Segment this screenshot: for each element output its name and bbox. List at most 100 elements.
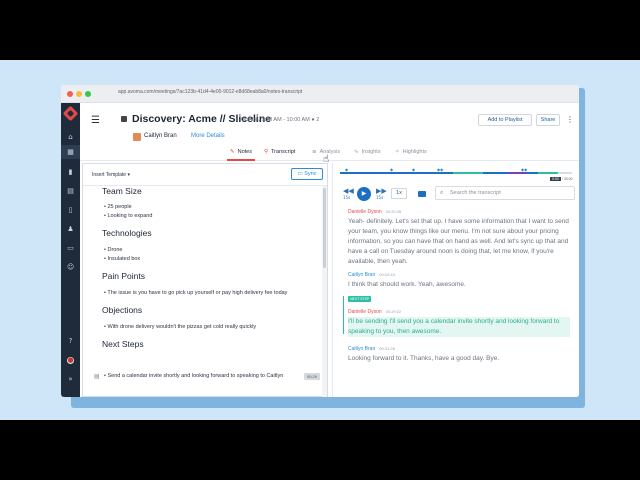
timeline-speaker-segment — [538, 172, 558, 174]
transcript-text: I'll be sending I'll send you a calendar… — [348, 317, 570, 337]
rewind-label: 15s — [343, 195, 351, 200]
analysis-icon: ≡ — [312, 149, 317, 155]
transcript-entry[interactable]: Caitlyn Bran 00:24:43 I think that should… — [348, 272, 570, 290]
tab-bar: ✎ Notes ⚲ Transcript ≡ Analysis ∿ Insights ✧… — [80, 147, 579, 161]
transcript-time: 00:20:45 — [385, 209, 402, 214]
speaker-name: Danielle Dyson — [348, 309, 382, 315]
transcript-icon: ⚲ — [264, 149, 269, 155]
note-heading: Objections — [102, 305, 143, 315]
transcript-text: I think that should work. Yeah, awesome. — [348, 281, 466, 288]
transcript-time: 00:24:43 — [379, 272, 395, 277]
tab-notes[interactable]: ✎ Notes — [230, 149, 252, 155]
avatar[interactable]: ● — [67, 357, 74, 364]
more-options-icon[interactable]: ⋮ — [566, 115, 574, 124]
home-icon[interactable]: ⌂ — [67, 134, 74, 141]
speaker-name: Caitlyn Bran — [348, 272, 376, 278]
more-details-link[interactable]: More Details — [191, 133, 225, 139]
speaker-name: Danielle Dyson — [348, 209, 382, 215]
note-bullet: • 25 people — [104, 204, 132, 210]
notes-scrollbar[interactable] — [322, 186, 327, 397]
tab-highlights[interactable]: ✧ Highlights — [395, 149, 427, 155]
timeline-marker[interactable]: ◆ — [345, 167, 348, 172]
calendar-icon: ▤ — [94, 373, 100, 380]
help-icon[interactable]: ? — [67, 338, 74, 345]
note-bullet: • Insulated box — [104, 256, 141, 262]
video-camera-icon[interactable] — [418, 191, 426, 197]
document-icon[interactable]: ▯ — [67, 207, 74, 214]
timeline-time: 0:00/ 30:00 — [550, 177, 573, 181]
fast-forward-icon[interactable]: ▶▶ — [376, 187, 387, 195]
insert-template-select[interactable]: Insert Template ▾ — [89, 170, 145, 180]
person-avatar — [133, 133, 141, 141]
rewind-icon[interactable]: ◀◀ — [343, 187, 354, 195]
note-heading: Pain Points — [102, 271, 145, 281]
person-name: Caitlyn Bran — [144, 133, 177, 139]
attendees-icon: ● — [311, 117, 315, 123]
transcript-text: Yeah- definitely. Let's set that up. I h… — [348, 218, 569, 265]
note-bullet: • Looking to expand — [104, 213, 153, 219]
transcript-panel: ◆ ◆ ◆ ◆◆ ◆◆ 0:00/ 30:00 ◀◀ 15s ▶ ▶▶ 15s … — [332, 163, 579, 397]
chevron-down-icon: ▾ — [127, 172, 130, 178]
forward-label: 15s — [376, 195, 384, 200]
highlight-marker — [343, 296, 344, 334]
share-button[interactable]: Share — [536, 114, 560, 126]
transcript-search[interactable]: ⌕ Search the transcript — [435, 186, 575, 200]
timeline-speaker-segment — [453, 172, 483, 174]
notes-panel: Insert Template ▾ ▭ Sync Team Size • 25 … — [82, 163, 328, 397]
book-icon[interactable]: ▤ — [67, 188, 74, 195]
insights-icon: ∿ — [354, 149, 359, 155]
transcript-entry[interactable]: Caitlyn Bran 00:31:28 Looking forward to … — [348, 346, 570, 364]
address-bar[interactable]: app.avoma.com/meetings/7ac123b-41d4-4e00… — [118, 89, 302, 95]
lock-icon — [121, 116, 127, 122]
meeting-meta: Oct 1st, 9:30 AM - 10:00 AM ● 2 — [241, 117, 320, 123]
meeting-page: ☰ Discovery: Acme // Sliceline Oct 1st, … — [80, 103, 579, 397]
note-bullet: • The issue is you have to go pick up yo… — [104, 290, 288, 296]
expand-icon[interactable]: » — [67, 376, 74, 383]
note-heading: Technologies — [102, 228, 152, 238]
note-heading: Next Steps — [102, 339, 144, 349]
transcript-time: 00:29:22 — [385, 309, 402, 314]
browser-titlebar: app.avoma.com/meetings/7ac123b-41d4-4e00… — [61, 85, 579, 103]
tab-transcript[interactable]: ⚲ Transcript — [264, 149, 295, 155]
briefcase-icon[interactable]: ▭ — [67, 245, 74, 252]
transcript-time: 00:31:28 — [379, 346, 395, 351]
sync-icon: ▭ — [297, 171, 303, 177]
play-button[interactable]: ▶ — [357, 187, 371, 201]
playback-speed-button[interactable]: 1x — [391, 188, 407, 199]
backdrop: app.avoma.com/meetings/7ac123b-41d4-4e00… — [0, 60, 640, 420]
attendee-count: 2 — [316, 117, 320, 123]
sync-button[interactable]: ▭ Sync — [291, 168, 323, 180]
timestamp-badge[interactable]: 00:29 — [304, 373, 320, 380]
search-input[interactable]: Search the transcript — [450, 190, 501, 196]
browser-window: app.avoma.com/meetings/7ac123b-41d4-4e00… — [61, 85, 579, 397]
timeline-marker[interactable]: ◆◆ — [521, 167, 527, 172]
users-icon[interactable]: ♟ — [67, 226, 74, 233]
note-bullet: • With drone delivery wouldn't the pizza… — [104, 324, 257, 330]
minimize-window-button[interactable] — [76, 91, 82, 97]
chart-icon[interactable]: ▮ — [67, 169, 74, 176]
logo-icon[interactable] — [62, 105, 79, 122]
add-to-playlist-button[interactable]: Add to Playlist — [478, 114, 532, 126]
timeline-marker[interactable]: ◆◆ — [437, 167, 443, 172]
maximize-window-button[interactable] — [85, 91, 91, 97]
tab-insights[interactable]: ∿ Insights — [354, 149, 381, 155]
user-icon[interactable]: ☺ — [67, 264, 74, 271]
active-tab-underline — [227, 159, 255, 161]
note-bullet: • Send a calendar invite shortly and loo… — [104, 373, 284, 379]
close-window-button[interactable] — [67, 91, 73, 97]
calendar-icon[interactable]: ▦ — [67, 149, 74, 156]
note-bullet: • Drone — [104, 247, 123, 253]
highlights-icon: ✧ — [395, 149, 400, 155]
timeline-speaker-segment — [508, 172, 526, 174]
transcript-entry-highlighted[interactable]: Danielle Dyson 00:29:22 I'll be sending I… — [348, 309, 570, 337]
notes-editor[interactable]: Team Size • 25 people • Looking to expan… — [83, 185, 327, 397]
timeline-marker[interactable]: ◆ — [390, 167, 393, 172]
next-step-badge: NEXT STEP — [348, 296, 372, 302]
hamburger-menu-icon[interactable]: ☰ — [91, 115, 100, 126]
speaker-name: Caitlyn Bran — [348, 346, 376, 352]
sidebar: ⌂ ▦ ▮ ▤ ▯ ♟ ▭ ☺ ? ● » — [61, 103, 80, 397]
timeline-marker[interactable]: ◆ — [412, 167, 415, 172]
note-heading: Team Size — [102, 186, 142, 196]
transcript-entry[interactable]: Danielle Dyson 00:20:45 Yeah- definitely.… — [348, 209, 570, 267]
notes-icon: ✎ — [230, 149, 235, 155]
